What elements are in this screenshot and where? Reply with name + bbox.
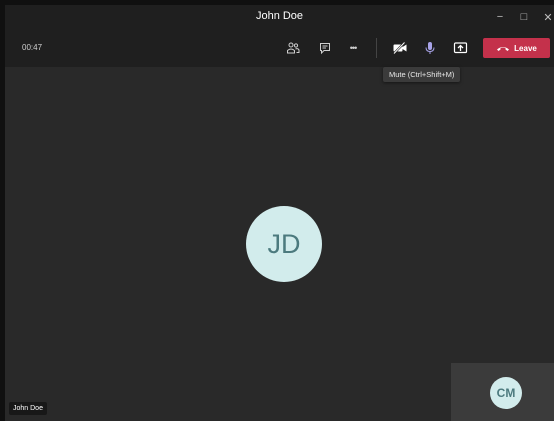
- share-screen-icon: [453, 42, 467, 54]
- participants-icon: [287, 42, 300, 54]
- title-bar: John Doe − □ ✕: [5, 5, 554, 29]
- window-title: John Doe: [255, 10, 304, 22]
- more-options-icon: •••: [349, 43, 358, 53]
- participant-name-label: John Doe: [9, 402, 47, 415]
- chat-icon: [320, 43, 330, 55]
- self-initials: CM: [496, 386, 516, 400]
- show-chat-button[interactable]: [314, 38, 336, 58]
- microphone-icon: [425, 42, 435, 54]
- toolbar-divider: [376, 38, 377, 58]
- share-screen-button[interactable]: [449, 38, 471, 58]
- participant-initials: JD: [267, 228, 301, 259]
- hang-up-icon: [497, 47, 510, 51]
- more-options-button[interactable]: •••: [342, 38, 364, 58]
- maximize-button[interactable]: □: [512, 8, 536, 26]
- call-controls-bar: 00:47 ••• Leave: [5, 29, 554, 67]
- participant-avatar-jd: JD: [246, 206, 322, 282]
- minimize-button[interactable]: −: [488, 8, 512, 26]
- camera-off-icon: [393, 41, 407, 55]
- mute-button[interactable]: [419, 38, 441, 58]
- mute-tooltip: Mute (Ctrl+Shift+M): [383, 67, 461, 82]
- call-timer: 00:47: [22, 43, 43, 52]
- self-avatar-cm: CM: [490, 377, 522, 409]
- camera-toggle-button[interactable]: [389, 38, 411, 58]
- leave-label: Leave: [514, 43, 537, 53]
- teams-call-window: John Doe − □ ✕ 00:47 ••• Leave Mute (Ctr…: [5, 5, 554, 421]
- leave-button[interactable]: Leave: [483, 38, 550, 58]
- self-view-tile[interactable]: CM: [451, 363, 554, 421]
- close-button[interactable]: ✕: [536, 8, 554, 26]
- show-participants-button[interactable]: [282, 38, 304, 58]
